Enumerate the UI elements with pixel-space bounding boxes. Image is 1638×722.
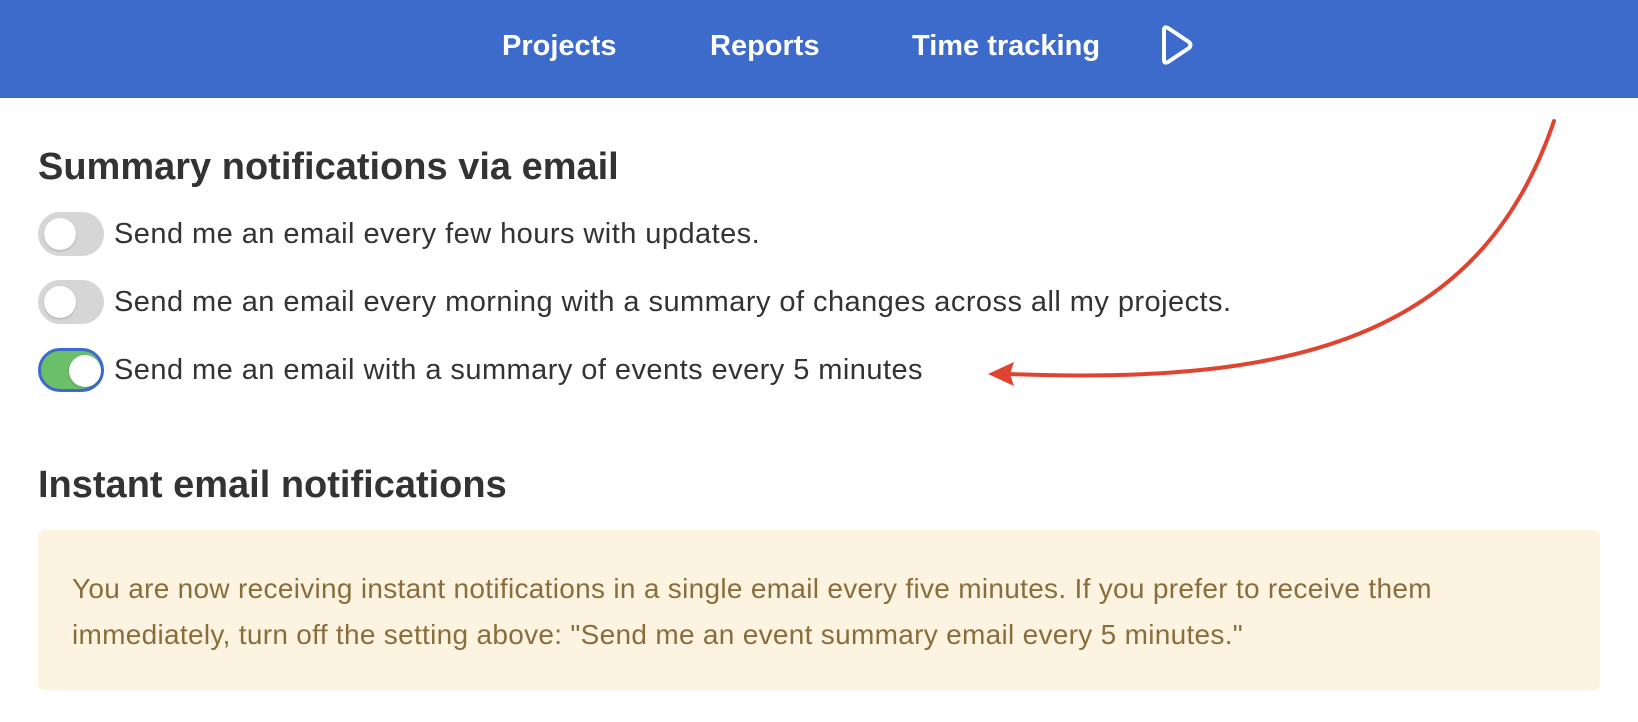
toggle-knob	[44, 286, 76, 318]
instant-section-title: Instant email notifications	[38, 464, 507, 506]
top-navigation-bar: Projects Reports Time tracking	[0, 0, 1638, 98]
nav-time-tracking[interactable]: Time tracking	[912, 0, 1100, 92]
setting-label-five-minutes: Send me an email with a summary of event…	[114, 354, 923, 386]
toggle-hourly-updates[interactable]	[38, 212, 104, 256]
toggle-morning-summary[interactable]	[38, 280, 104, 324]
toggle-knob	[44, 218, 76, 250]
toggle-knob	[69, 355, 101, 387]
summary-section-title: Summary notifications via email	[38, 146, 619, 188]
notice-box: You are now receiving instant notificati…	[38, 530, 1600, 690]
nav-projects[interactable]: Projects	[502, 0, 616, 92]
play-icon[interactable]	[1158, 24, 1194, 66]
toggle-five-minute-summary[interactable]	[38, 348, 104, 392]
setting-label-hourly: Send me an email every few hours with up…	[114, 218, 761, 250]
nav-reports[interactable]: Reports	[710, 0, 820, 92]
setting-label-morning: Send me an email every morning with a su…	[114, 286, 1232, 318]
notice-text: You are now receiving instant notificati…	[72, 573, 1432, 650]
